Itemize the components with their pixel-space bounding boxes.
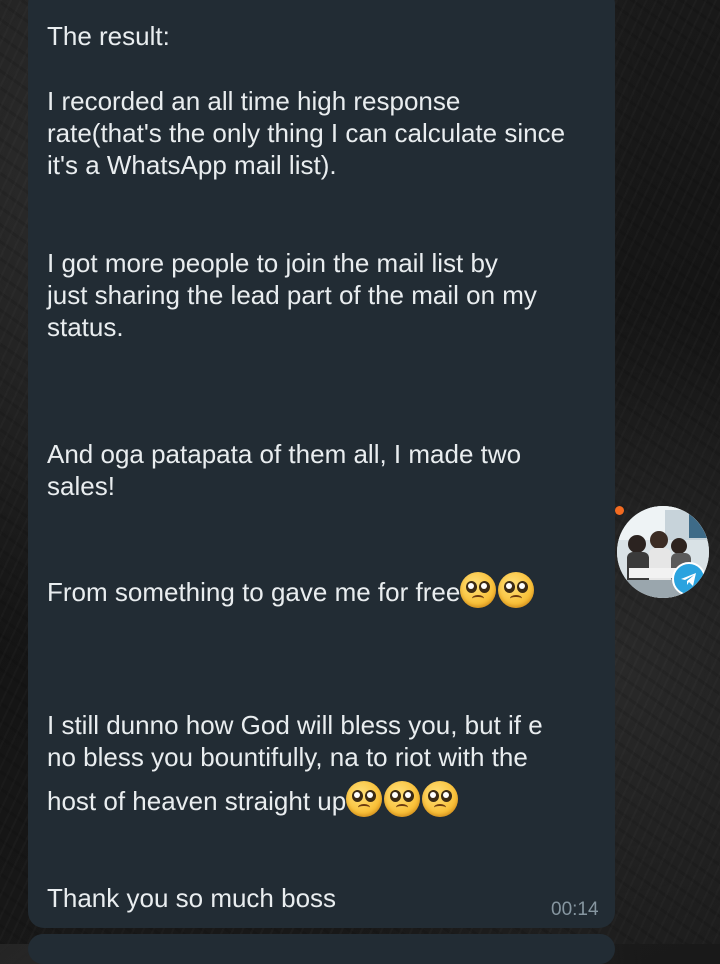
message-line-text: From something to gave me for free: [47, 577, 461, 607]
message-line-with-emoji: host of heaven straight up: [47, 781, 460, 817]
message-line: it's a WhatsApp mail list).: [47, 150, 337, 180]
message-line: sales!: [47, 471, 115, 501]
message-timestamp: 00:14: [551, 899, 599, 920]
message-line-with-emoji: From something to gave me for free: [47, 572, 536, 608]
next-message-bubble[interactable]: [28, 934, 615, 964]
pleading-face-icon: [498, 572, 535, 608]
pleading-face-icon: [384, 781, 421, 817]
message-line: I recorded an all time high response: [47, 86, 461, 116]
message-line-text: host of heaven straight up: [47, 786, 347, 816]
message-line: no bless you bountifully, na to riot wit…: [47, 742, 528, 772]
pleading-face-icon: [346, 781, 383, 817]
message-line: rate(that's the only thing I can calcula…: [47, 118, 566, 148]
telegram-icon: [672, 562, 706, 596]
message-line: Thank you so much boss: [47, 883, 337, 913]
message-line: status.: [47, 312, 124, 342]
message-line: And oga patapata of them all, I made two: [47, 439, 522, 469]
sender-avatar-container[interactable]: [615, 506, 720, 598]
message-line: The result:: [47, 21, 170, 51]
message-line: just sharing the lead part of the mail o…: [47, 280, 537, 310]
pleading-face-icon: [460, 572, 497, 608]
message-line: I still dunno how God will bless you, bu…: [47, 710, 543, 740]
pleading-face-icon: [422, 781, 459, 817]
message-line: I got more people to join the mail list …: [47, 248, 498, 278]
avatar[interactable]: [617, 506, 709, 598]
status-dot: [615, 506, 624, 515]
